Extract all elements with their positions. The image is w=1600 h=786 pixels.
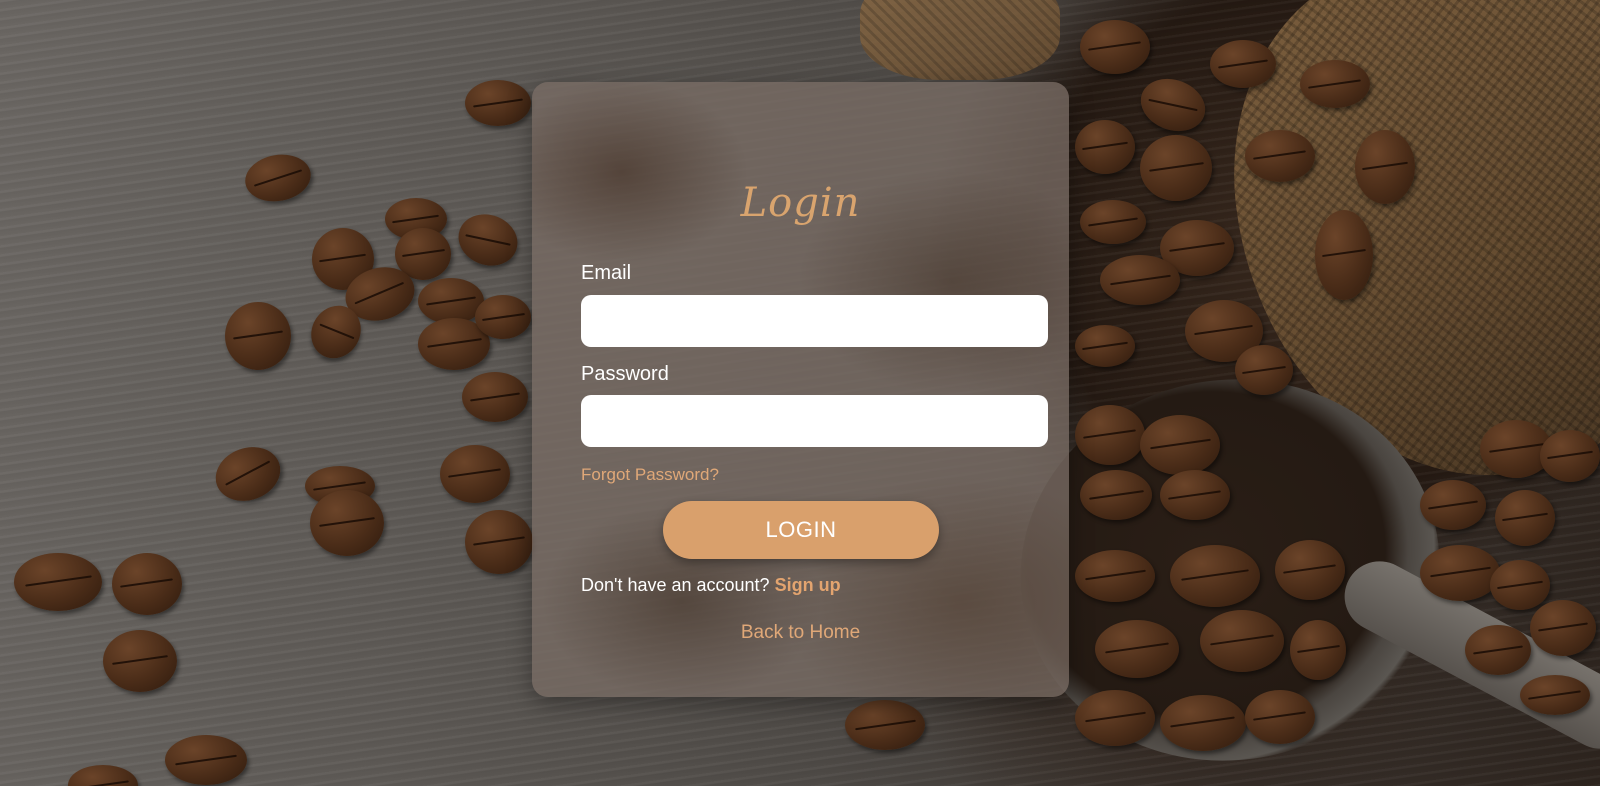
coffee-bean-image [14, 553, 102, 611]
coffee-bean-image [1420, 545, 1500, 601]
email-input[interactable] [581, 295, 1048, 347]
login-button[interactable]: LOGIN [663, 501, 939, 559]
coffee-bean-image [440, 445, 510, 503]
coffee-bean-image [1210, 40, 1276, 88]
coffee-bean-image [475, 295, 531, 339]
coffee-bean-image [165, 735, 247, 785]
coffee-bean-image [1245, 130, 1315, 182]
coffee-bean-image [1160, 695, 1246, 751]
coffee-bean-image [1080, 20, 1150, 74]
coffee-bean-image [1080, 200, 1146, 244]
coffee-bean-image [845, 700, 925, 750]
login-title: Login [740, 180, 861, 226]
back-to-home-link[interactable]: Back to Home [741, 622, 860, 643]
coffee-bean-image [310, 490, 384, 556]
coffee-bean-image [1235, 345, 1293, 395]
coffee-bean-image [1540, 430, 1600, 482]
signup-link[interactable]: Sign up [775, 575, 841, 595]
coffee-bean-image [462, 372, 528, 422]
coffee-bean-image [1290, 620, 1346, 680]
coffee-bean-image [112, 553, 182, 615]
password-label: Password [581, 363, 669, 385]
coffee-bean-image [1075, 120, 1135, 174]
coffee-bean-image [1075, 325, 1135, 367]
coffee-bean-image [1080, 470, 1152, 520]
password-input[interactable] [581, 395, 1048, 447]
coffee-bean-image [465, 80, 531, 126]
coffee-bean-image [1275, 540, 1345, 600]
coffee-bean-image [1200, 610, 1284, 672]
coffee-bean-image [465, 510, 533, 574]
burlap-sack-top-image [860, 0, 1060, 80]
coffee-bean-image [1530, 600, 1596, 656]
coffee-bean-image [1355, 130, 1415, 204]
card-blur-backdrop [532, 82, 1069, 697]
login-card: Login Email Password Forgot Password? LO… [532, 82, 1069, 697]
signup-prompt-row: Don't have an account? Sign up [581, 575, 841, 596]
forgot-password-link[interactable]: Forgot Password? [581, 465, 719, 485]
coffee-bean-image [1245, 690, 1315, 744]
coffee-bean-image [1075, 405, 1145, 465]
coffee-bean-image [1100, 255, 1180, 305]
coffee-bean-image [1300, 60, 1370, 108]
coffee-bean-image [1420, 480, 1486, 530]
coffee-bean-image [225, 302, 291, 370]
back-home-row: Back to Home [532, 622, 1069, 644]
coffee-background: Login Email Password Forgot Password? LO… [0, 0, 1600, 786]
coffee-bean-image [1490, 560, 1550, 610]
coffee-bean-image [1520, 675, 1590, 715]
coffee-bean-image [1075, 550, 1155, 602]
coffee-bean-image [1465, 625, 1531, 675]
coffee-bean-image [1140, 415, 1220, 475]
coffee-bean-image [1170, 545, 1260, 607]
signup-prompt-text: Don't have an account? [581, 575, 775, 595]
email-label: Email [581, 262, 632, 284]
coffee-bean-image [1095, 620, 1179, 678]
coffee-bean-image [1495, 490, 1555, 546]
coffee-bean-image [103, 630, 177, 692]
coffee-bean-image [1075, 690, 1155, 746]
coffee-bean-image [1315, 210, 1373, 300]
coffee-bean-image [1140, 135, 1212, 201]
coffee-bean-image [1160, 470, 1230, 520]
